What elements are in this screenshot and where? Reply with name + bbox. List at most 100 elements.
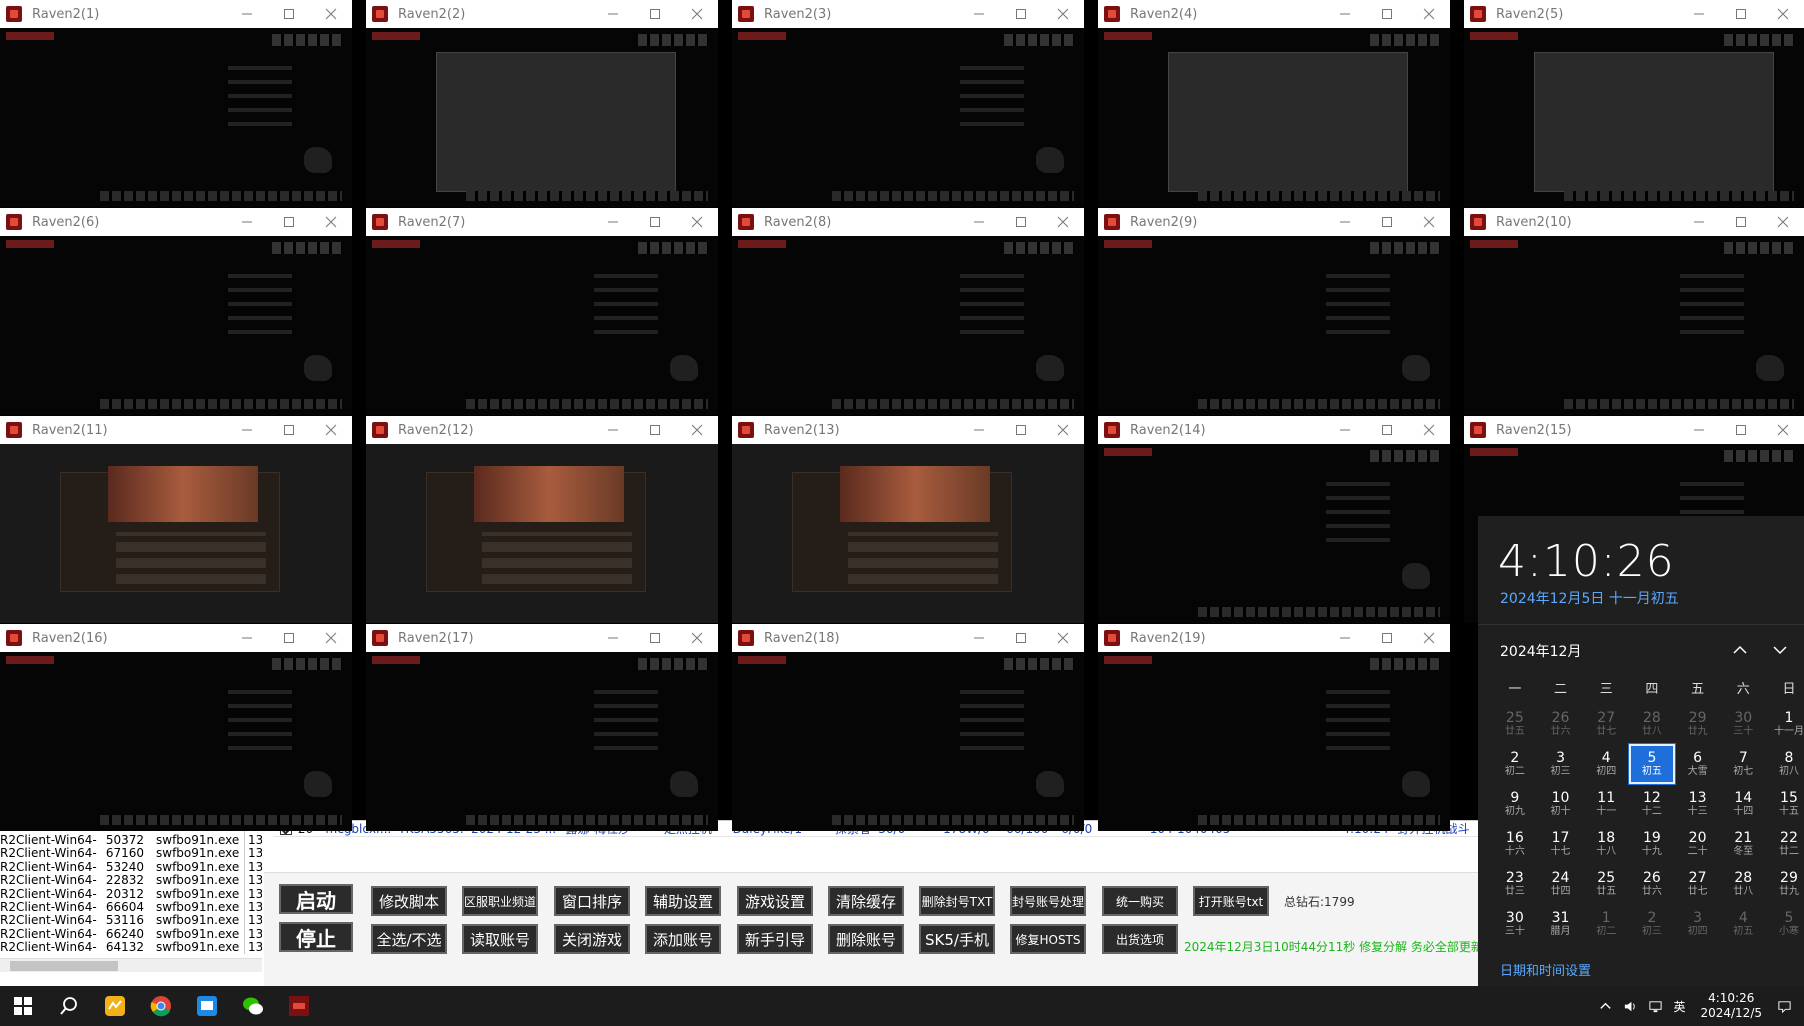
game-viewport[interactable] [1098, 28, 1450, 207]
close-button[interactable] [1042, 624, 1084, 652]
calendar-day[interactable]: 30 三十 [1720, 704, 1766, 744]
calendar-day[interactable]: 9 初九 [1492, 784, 1538, 824]
minimize-button[interactable] [592, 624, 634, 652]
game-viewport[interactable] [732, 236, 1084, 415]
region-job-button[interactable]: 区服职业频道 [462, 886, 538, 916]
delete-banned-txt-button[interactable]: 删除封号TXT [919, 886, 995, 916]
close-button[interactable] [676, 624, 718, 652]
minimize-button[interactable] [958, 416, 1000, 444]
game-window[interactable]: Raven2(2) [366, 0, 718, 207]
window-titlebar[interactable]: Raven2(7) [366, 208, 718, 236]
maximize-button[interactable] [1000, 0, 1042, 28]
minimize-button[interactable] [592, 0, 634, 28]
game-viewport[interactable] [0, 28, 352, 207]
game-viewport[interactable] [0, 444, 352, 623]
window-titlebar[interactable]: Raven2(8) [732, 208, 1084, 236]
game-viewport[interactable] [0, 236, 352, 415]
maximize-button[interactable] [634, 624, 676, 652]
calendar-day[interactable]: 23 廿三 [1492, 864, 1538, 904]
taskbar-app-folder[interactable] [92, 986, 138, 1026]
process-row[interactable]: R2Client-Win64-... 67160 swfbo91n.exe 131 [0, 846, 262, 861]
maximize-button[interactable] [268, 416, 310, 444]
calendar-day[interactable]: 13 十三 [1675, 784, 1721, 824]
window-titlebar[interactable]: Raven2(13) [732, 416, 1084, 444]
calendar-day[interactable]: 14 十四 [1720, 784, 1766, 824]
game-viewport[interactable] [1098, 444, 1450, 623]
close-button[interactable] [1042, 0, 1084, 28]
game-window[interactable]: Raven2(5) [1464, 0, 1804, 207]
calendar-day[interactable]: 10 初十 [1538, 784, 1584, 824]
window-titlebar[interactable]: Raven2(2) [366, 0, 718, 28]
calendar-day[interactable]: 3 初四 [1675, 904, 1721, 944]
minimize-button[interactable] [226, 416, 268, 444]
window-titlebar[interactable]: Raven2(10) [1464, 208, 1804, 236]
game-window[interactable]: Raven2(17) [366, 624, 718, 831]
maximize-button[interactable] [1366, 208, 1408, 236]
calendar-day[interactable]: 31 腊月 [1538, 904, 1584, 944]
assist-settings-button[interactable]: 辅助设置 [645, 886, 721, 916]
ime-indicator[interactable]: 英 [1668, 998, 1690, 1015]
close-button[interactable] [1762, 0, 1804, 28]
window-titlebar[interactable]: Raven2(18) [732, 624, 1084, 652]
buy-all-button[interactable]: 统一购买 [1102, 886, 1178, 916]
minimize-button[interactable] [592, 208, 634, 236]
process-row[interactable]: R2Client-Win64-... 20312 swfbo91n.exe 131 [0, 886, 262, 901]
calendar-day[interactable]: 16 十六 [1492, 824, 1538, 864]
process-row[interactable]: R2Client-Win64-... 66604 swfbo91n.exe 131 [0, 900, 262, 915]
minimize-button[interactable] [1678, 0, 1720, 28]
window-titlebar[interactable]: Raven2(15) [1464, 416, 1804, 444]
minimize-button[interactable] [226, 624, 268, 652]
close-button[interactable] [310, 416, 352, 444]
maximize-button[interactable] [1000, 624, 1042, 652]
minimize-button[interactable] [958, 208, 1000, 236]
close-button[interactable] [676, 0, 718, 28]
game-viewport[interactable] [1098, 236, 1450, 415]
maximize-button[interactable] [1720, 208, 1762, 236]
calendar-day[interactable]: 24 廿四 [1538, 864, 1584, 904]
process-row[interactable]: R2Client-Win64-... 53240 swfbo91n.exe 131 [0, 859, 262, 874]
maximize-button[interactable] [268, 0, 310, 28]
stop-button[interactable]: 停止 [279, 922, 353, 952]
minimize-button[interactable] [1324, 416, 1366, 444]
banned-account-handle-button[interactable]: 封号账号处理 [1010, 886, 1086, 916]
process-list-scrollbar[interactable] [0, 958, 262, 972]
maximize-button[interactable] [1720, 0, 1762, 28]
calendar-day[interactable]: 2 初三 [1629, 904, 1675, 944]
start-button[interactable] [0, 986, 46, 1026]
game-viewport[interactable] [366, 28, 718, 207]
minimize-button[interactable] [958, 624, 1000, 652]
maximize-button[interactable] [634, 208, 676, 236]
calendar-day[interactable]: 1 十一月 [1766, 704, 1804, 744]
calendar-day[interactable]: 4 初四 [1583, 744, 1629, 784]
prev-month-button[interactable] [1728, 638, 1752, 662]
clear-cache-button[interactable]: 清除缓存 [828, 886, 904, 916]
minimize-button[interactable] [958, 0, 1000, 28]
ship-options-button[interactable]: 出货选项 [1102, 924, 1178, 954]
calendar-day[interactable]: 28 廿八 [1720, 864, 1766, 904]
window-titlebar[interactable]: Raven2(3) [732, 0, 1084, 28]
taskbar-clock[interactable]: 4:10:26 2024/12/5 [1690, 991, 1772, 1021]
window-titlebar[interactable]: Raven2(9) [1098, 208, 1450, 236]
game-window[interactable]: Raven2(19) [1098, 624, 1450, 831]
calendar-day[interactable]: 29 廿九 [1766, 864, 1804, 904]
calendar-day[interactable]: 21 冬至 [1720, 824, 1766, 864]
minimize-button[interactable] [1324, 208, 1366, 236]
window-titlebar[interactable]: Raven2(5) [1464, 0, 1804, 28]
calendar-day[interactable]: 18 十八 [1583, 824, 1629, 864]
calendar-day[interactable]: 30 三十 [1492, 904, 1538, 944]
calendar-day[interactable]: 1 初二 [1583, 904, 1629, 944]
calendar-day[interactable]: 26 廿六 [1538, 704, 1584, 744]
volume-button[interactable] [1618, 999, 1643, 1014]
close-button[interactable] [310, 624, 352, 652]
window-titlebar[interactable]: Raven2(6) [0, 208, 352, 236]
calendar-day[interactable]: 5 小寒 [1766, 904, 1804, 944]
maximize-button[interactable] [634, 416, 676, 444]
window-titlebar[interactable]: Raven2(19) [1098, 624, 1450, 652]
game-window[interactable]: Raven2(10) [1464, 208, 1804, 415]
game-window[interactable]: Raven2(9) [1098, 208, 1450, 415]
window-sort-button[interactable]: 窗口排序 [554, 886, 630, 916]
game-window[interactable]: Raven2(4) [1098, 0, 1450, 207]
tray-overflow-button[interactable] [1593, 999, 1618, 1014]
close-button[interactable] [1762, 416, 1804, 444]
edit-script-button[interactable]: 修改脚本 [371, 886, 447, 916]
